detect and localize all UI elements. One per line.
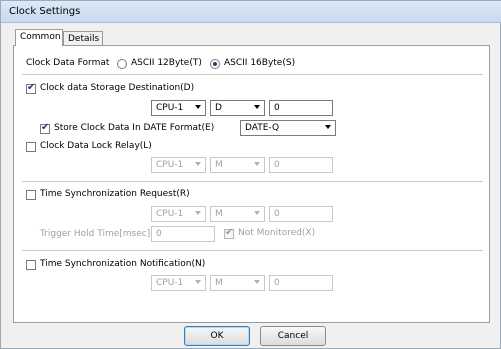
chevron-down-icon — [254, 211, 260, 215]
sync-notification-cpu-select[interactable]: CPU-1 — [151, 275, 206, 291]
lock-relay-device-select[interactable]: M — [210, 157, 265, 173]
storage-cpu-value: CPU-1 — [156, 103, 184, 113]
chevron-down-icon — [254, 280, 260, 284]
date-format-checkbox[interactable] — [40, 122, 50, 134]
common-tab-panel: Clock Data Format ASCII 12Byte(T) ASCII … — [13, 45, 490, 323]
clock-data-format-label: Clock Data Format — [26, 58, 110, 68]
chevron-down-icon — [195, 211, 201, 215]
tab-details-label: Details — [68, 34, 100, 44]
trigger-hold-time-value: 0 — [156, 229, 162, 239]
lock-relay-label[interactable]: Clock Data Lock Relay(L) — [40, 141, 152, 151]
storage-address-value: 0 — [274, 103, 280, 113]
not-monitored-checkbox[interactable] — [224, 227, 234, 239]
date-format-label[interactable]: Store Clock Data In DATE Format(E) — [54, 123, 214, 133]
ascii-16byte-label[interactable]: ASCII 16Byte(S) — [224, 58, 295, 68]
sync-request-device-value: M — [215, 209, 223, 219]
sync-notification-device-select[interactable]: M — [210, 275, 265, 291]
storage-address-input[interactable]: 0 — [269, 100, 333, 116]
sync-request-address-input[interactable]: 0 — [269, 206, 333, 222]
lock-relay-cpu-select[interactable]: CPU-1 — [151, 157, 206, 173]
chevron-down-icon — [254, 105, 260, 109]
sync-notification-address-input[interactable]: 0 — [269, 275, 333, 291]
separator — [22, 181, 483, 182]
clock-settings-dialog: Clock Settings Common Details Clock Data… — [0, 0, 501, 349]
tab-common-label: Common — [20, 32, 61, 42]
ascii-12byte-label[interactable]: ASCII 12Byte(T) — [131, 58, 202, 68]
chevron-down-icon — [195, 280, 201, 284]
sync-notification-address-value: 0 — [274, 278, 280, 288]
sync-notification-checkbox[interactable] — [26, 260, 36, 270]
lock-relay-checkbox[interactable] — [26, 142, 36, 152]
storage-cpu-select[interactable]: CPU-1 — [151, 100, 206, 116]
date-format-value: DATE-Q — [245, 123, 280, 133]
chevron-down-icon — [195, 105, 201, 109]
cancel-button[interactable]: Cancel — [260, 326, 326, 346]
ascii-12byte-radio[interactable] — [117, 59, 127, 69]
sync-notification-cpu-value: CPU-1 — [156, 278, 184, 288]
lock-relay-cpu-value: CPU-1 — [156, 160, 184, 170]
chevron-down-icon — [325, 125, 331, 129]
sync-request-address-value: 0 — [274, 209, 280, 219]
sync-request-checkbox[interactable] — [26, 190, 36, 200]
lock-relay-address-value: 0 — [274, 160, 280, 170]
trigger-hold-time-label: Trigger Hold Time[msec] — [40, 229, 151, 239]
storage-destination-label[interactable]: Clock data Storage Destination(D) — [40, 83, 194, 93]
dialog-title: Clock Settings — [9, 6, 81, 17]
sync-notification-device-value: M — [215, 278, 223, 288]
lock-relay-device-value: M — [215, 160, 223, 170]
title-bar: Clock Settings — [1, 1, 501, 23]
separator — [22, 250, 483, 251]
not-monitored-label[interactable]: Not Monitored(X) — [238, 228, 315, 238]
sync-request-label[interactable]: Time Synchronization Request(R) — [40, 189, 190, 199]
tab-details[interactable]: Details — [63, 31, 103, 46]
chevron-down-icon — [195, 162, 201, 166]
tab-common[interactable]: Common — [15, 29, 63, 46]
sync-request-device-select[interactable]: M — [210, 206, 265, 222]
lock-relay-address-input[interactable]: 0 — [269, 157, 333, 173]
trigger-hold-time-input[interactable]: 0 — [151, 226, 215, 242]
ok-button[interactable]: OK — [184, 326, 250, 346]
ascii-16byte-radio[interactable] — [210, 59, 220, 69]
sync-request-cpu-value: CPU-1 — [156, 209, 184, 219]
date-format-select[interactable]: DATE-Q — [240, 120, 336, 136]
storage-device-value: D — [215, 103, 222, 113]
sync-request-cpu-select[interactable]: CPU-1 — [151, 206, 206, 222]
sync-notification-label[interactable]: Time Synchronization Notification(N) — [40, 259, 205, 269]
storage-destination-checkbox[interactable] — [26, 82, 36, 94]
storage-device-select[interactable]: D — [210, 100, 265, 116]
separator — [22, 74, 483, 75]
chevron-down-icon — [254, 162, 260, 166]
